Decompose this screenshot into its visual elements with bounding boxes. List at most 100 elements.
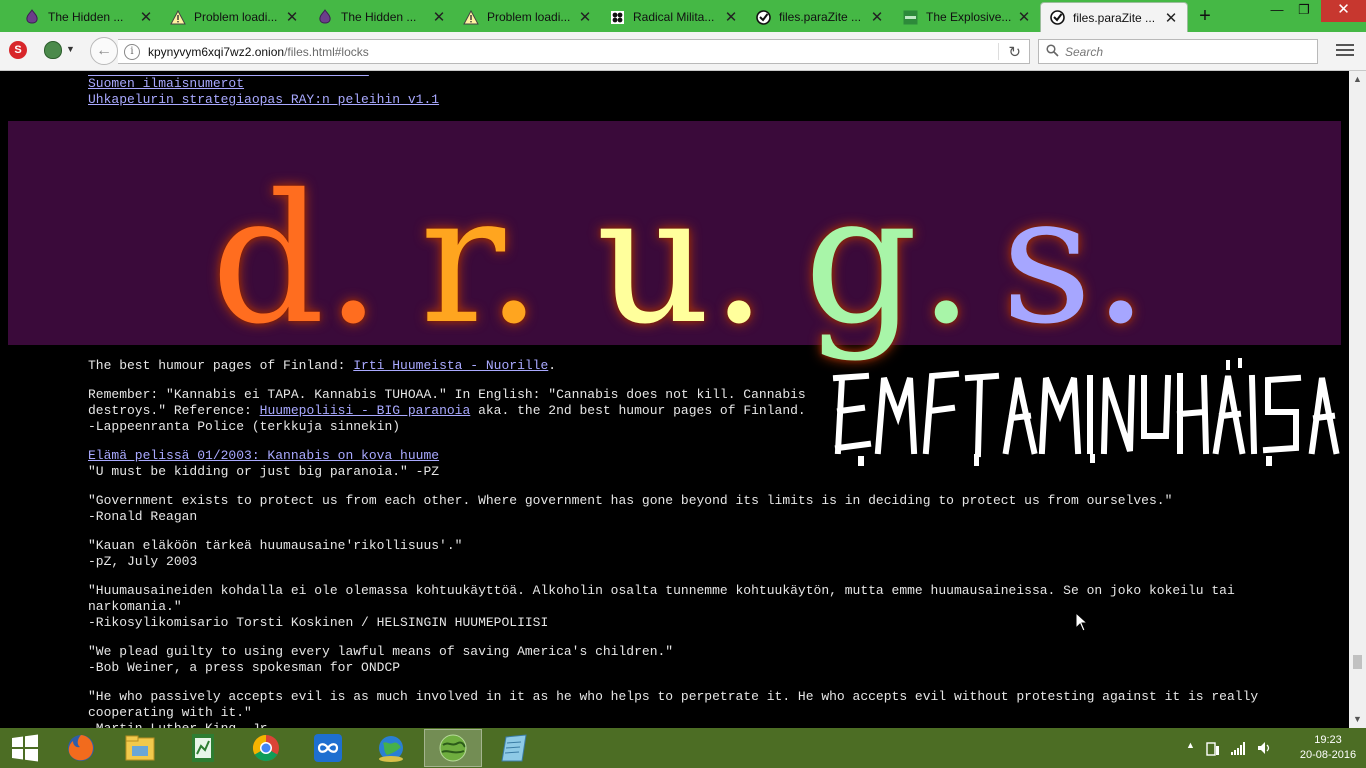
banner-letter: g.: [804, 156, 975, 363]
scrollbar-thumb[interactable]: [1353, 655, 1362, 669]
search-icon: [1046, 43, 1059, 60]
mouse-cursor-icon: [1075, 612, 1089, 632]
close-icon[interactable]: ✕: [1016, 8, 1032, 26]
taskbar-firefox[interactable]: [52, 729, 110, 767]
url-path: /files.html#locks: [284, 44, 369, 59]
taskbar-globe-app[interactable]: [362, 729, 420, 767]
tab-radical-militant[interactable]: Radical Milita... ✕: [601, 2, 747, 32]
link-huumepoliisi[interactable]: Huumepoliisi - BIG paranoia: [260, 403, 471, 418]
taskbar-tor-browser[interactable]: [424, 729, 482, 767]
scroll-up-icon[interactable]: ▲: [1349, 71, 1366, 88]
elama-link-line[interactable]: Elämä pelissä 01/2003: Kannabis on kova …: [88, 448, 439, 464]
back-button[interactable]: ←: [90, 37, 118, 65]
tor-browser-icon: [439, 734, 467, 762]
tab-label: Radical Milita...: [633, 10, 715, 24]
minimize-button[interactable]: —: [1263, 0, 1291, 22]
system-tray: ▲: [1180, 728, 1290, 768]
book-favicon-icon: [902, 9, 918, 25]
banner-letter: u.: [596, 156, 768, 363]
link-suomen-ilmaisnumerot[interactable]: Suomen ilmaisnumerot: [88, 76, 244, 91]
noscript-icon[interactable]: S: [9, 41, 27, 59]
tab-label: The Explosive...: [926, 10, 1012, 24]
tab-problem-loading-1[interactable]: Problem loadi... ✕: [162, 2, 308, 32]
banner-letter: r.: [420, 156, 543, 363]
link-uhkapelurin-strategiaopas[interactable]: Uhkapelurin strategiaopas RAY:n peleihin…: [88, 92, 439, 107]
close-icon[interactable]: ✕: [138, 8, 154, 26]
onion-icon: [24, 9, 40, 25]
remember-line-2: destroys." Reference: Huumepoliisi - BIG…: [88, 403, 806, 419]
banner-letter: s.: [1001, 156, 1149, 363]
taskbar-infinity-app[interactable]: [299, 729, 357, 767]
quote-author: -Rikosylikomisario Torsti Koskinen / HEL…: [88, 615, 549, 630]
text: destroys." Reference:: [88, 403, 260, 418]
tab-label: files.paraZite ...: [779, 10, 862, 24]
clock-date: 20-08-2016: [1299, 749, 1357, 761]
network-signal-icon[interactable]: [1230, 740, 1246, 756]
file-explorer-icon: [125, 735, 155, 761]
quote-text: narkomania.": [88, 599, 182, 614]
parazite-favicon-icon: [1049, 10, 1065, 26]
close-icon[interactable]: ✕: [723, 8, 739, 26]
hamburger-menu-icon[interactable]: [1334, 41, 1356, 61]
globe-app-icon: [379, 736, 403, 762]
tab-explosive[interactable]: The Explosive... ✕: [894, 2, 1040, 32]
tab-hidden-wiki-2[interactable]: The Hidden ... ✕: [309, 2, 455, 32]
taskbar-file-explorer[interactable]: [111, 729, 169, 767]
notepad-app-icon: [501, 734, 527, 762]
link-line[interactable]: Suomen ilmaisnumerot: [88, 76, 244, 92]
close-icon[interactable]: ✕: [577, 8, 593, 26]
device-icon[interactable]: [1206, 740, 1220, 756]
text: aka. the 2nd best humour pages of Finlan…: [470, 403, 806, 418]
infinity-app-icon: [314, 734, 342, 762]
tab-parazite-active[interactable]: files.paraZite ... ✕: [1040, 2, 1188, 32]
drugs-banner-image: d. r. u. g. s.: [8, 121, 1341, 349]
taskbar-chrome[interactable]: [237, 729, 295, 767]
vertical-scrollbar[interactable]: ▲ ▼: [1349, 71, 1366, 728]
quote-text: "U must be kidding or just big paranoia.…: [88, 464, 440, 479]
scroll-down-icon[interactable]: ▼: [1349, 711, 1366, 728]
page-content: Suomen ilmaisnumerot Uhkapelurin strateg…: [0, 71, 1349, 728]
banner-letter: d.: [211, 156, 382, 363]
new-tab-button[interactable]: +: [1194, 5, 1216, 27]
volume-icon[interactable]: [1256, 740, 1272, 756]
site-favicon-icon: [609, 9, 625, 25]
tab-label: Problem loadi...: [487, 10, 571, 24]
navigation-bar: S ▼ ← i kpynyvym6xqi7wz2.onion/files.htm…: [0, 32, 1366, 71]
tab-parazite-1[interactable]: files.paraZite ... ✕: [747, 2, 893, 32]
info-icon[interactable]: i: [124, 43, 140, 60]
text: The best humour pages of Finland:: [88, 358, 354, 373]
link-line[interactable]: Uhkapelurin strategiaopas RAY:n peleihin…: [88, 92, 439, 108]
link-elama-pelissa[interactable]: Elämä pelissä 01/2003: Kannabis on kova …: [88, 448, 439, 463]
text: .: [548, 358, 557, 373]
quote-author: -Bob Weiner, a press spokesman for ONDCP: [88, 660, 401, 675]
tab-problem-loading-2[interactable]: Problem loadi... ✕: [455, 2, 601, 32]
url-text[interactable]: kpynyvym6xqi7wz2.onion/files.html#locks: [148, 45, 369, 59]
humour-line: The best humour pages of Finland: Irti H…: [88, 358, 556, 374]
close-icon[interactable]: ✕: [869, 8, 885, 26]
windows-taskbar: ▲ 19:23 20-08-2016: [0, 728, 1366, 768]
chevron-up-icon[interactable]: ▲: [1186, 740, 1195, 750]
quote-text: "We plead guilty to using every lawful m…: [88, 644, 674, 659]
spreadsheet-app-icon: [192, 734, 214, 762]
search-bar[interactable]: [1038, 39, 1318, 64]
quote-author: -pZ, July 2003: [88, 554, 198, 569]
taskbar-spreadsheet-app[interactable]: [174, 729, 232, 767]
window-close-button[interactable]: ✕: [1321, 0, 1366, 22]
url-bar[interactable]: i kpynyvym6xqi7wz2.onion/files.html#lock…: [118, 39, 1030, 64]
close-icon[interactable]: ✕: [1163, 9, 1179, 27]
start-button[interactable]: [10, 734, 40, 762]
restore-button[interactable]: ❐: [1290, 0, 1318, 22]
quote-text: "He who passively accepts evil is as muc…: [88, 689, 1259, 704]
close-icon[interactable]: ✕: [284, 8, 300, 26]
system-clock[interactable]: 19:23 20-08-2016: [1296, 733, 1360, 763]
search-input[interactable]: [1065, 44, 1295, 59]
clock-time: 19:23: [1314, 734, 1342, 746]
quote-text: "Government exists to protect us from ea…: [88, 493, 1173, 508]
tab-hidden-wiki-1[interactable]: The Hidden ... ✕: [16, 2, 162, 32]
tor-onion-button[interactable]: ▼: [42, 40, 76, 62]
reload-icon[interactable]: ↻: [1008, 43, 1021, 61]
quote-text: "Kauan eläköön tärkeä huumausaine'rikoll…: [88, 538, 463, 553]
link-irti-huumeista[interactable]: Irti Huumeista - Nuorille: [353, 358, 548, 373]
taskbar-notepad-app[interactable]: [485, 729, 543, 767]
close-icon[interactable]: ✕: [431, 8, 447, 26]
